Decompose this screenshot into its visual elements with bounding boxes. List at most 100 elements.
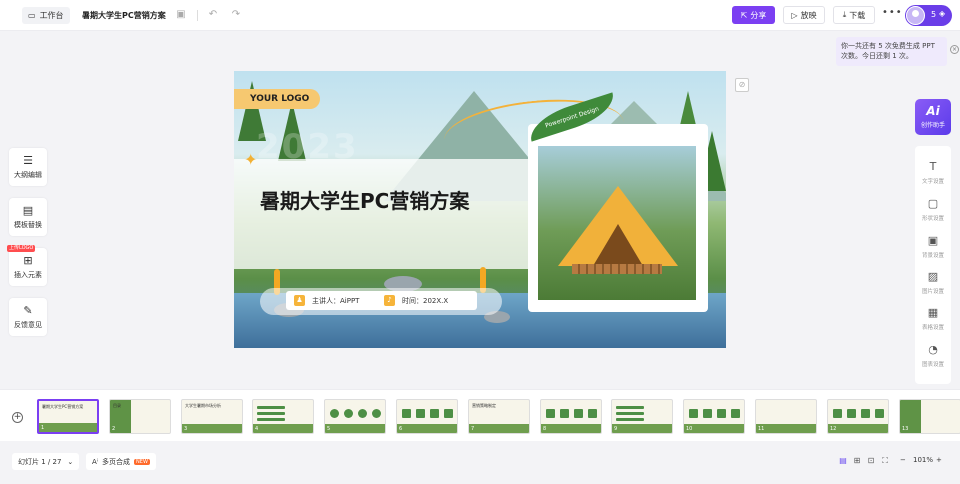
slide-thumbnail[interactable]: 6 bbox=[396, 399, 458, 434]
outline-edit-button[interactable]: ☰ 大纲编辑 bbox=[9, 148, 47, 186]
download-button[interactable]: ⤓ 下载 bbox=[833, 6, 875, 24]
slide-thumbnail[interactable]: 大学生暑期市场分析 3 bbox=[181, 399, 243, 434]
thumbnail-band bbox=[828, 424, 888, 433]
outline-edit-label: 大纲编辑 bbox=[14, 170, 42, 179]
multi-page-merge-button[interactable]: Aⁱ 多页合成 NEW bbox=[86, 453, 156, 470]
redo-icon[interactable]: ↷ bbox=[230, 9, 242, 21]
feedback-icon: ✎ bbox=[23, 303, 33, 317]
new-badge: NEW bbox=[134, 458, 150, 465]
chart-settings-button[interactable]: ◔ 图表设置 bbox=[915, 343, 951, 368]
slide-thumbnail[interactable]: 10 bbox=[683, 399, 745, 434]
image-settings-button[interactable]: ▨ 图片设置 bbox=[915, 270, 951, 295]
workbench-button[interactable]: ▭ 工作台 bbox=[22, 7, 70, 24]
thumbnail-block bbox=[344, 409, 353, 418]
thumbnail-block bbox=[444, 409, 453, 418]
tent-photo[interactable] bbox=[538, 146, 696, 300]
user-icon: ♟ bbox=[294, 295, 305, 306]
thumbnail-number: 5 bbox=[327, 426, 331, 432]
ai-assistant-label: 创作助手 bbox=[920, 122, 945, 129]
thumbnail-block bbox=[731, 409, 740, 418]
undo-icon[interactable]: ↶ bbox=[207, 9, 219, 21]
thumbnail-title: 目录 bbox=[113, 403, 121, 408]
slide-title[interactable]: 暑期大学生PC营销方案 bbox=[260, 187, 510, 215]
text-settings-button[interactable]: T 文字设置 bbox=[915, 160, 951, 185]
image-icon: ▨ bbox=[927, 270, 939, 283]
close-icon[interactable]: × bbox=[950, 45, 959, 54]
slide-thumbnail[interactable]: 11 bbox=[755, 399, 817, 434]
shape-icon: ▢ bbox=[927, 197, 939, 210]
template-replace-button[interactable]: ▤ 模板替换 bbox=[9, 198, 47, 236]
thumbnail-block bbox=[372, 409, 381, 418]
thumbnail-number: 12 bbox=[830, 426, 837, 432]
save-icon[interactable]: ▣ bbox=[175, 9, 187, 21]
fullscreen-icon[interactable]: ⛶ bbox=[880, 456, 890, 466]
ai-assistant-button[interactable]: Ai 创作助手 bbox=[915, 99, 951, 135]
play-button[interactable]: ▷ 放映 bbox=[783, 6, 825, 24]
outline-icon: ☰ bbox=[23, 153, 33, 167]
thumbnail-block bbox=[717, 409, 726, 418]
page-indicator-text: 幻灯片 1 / 27 bbox=[18, 457, 62, 466]
background-settings-button[interactable]: ▣ 背景设置 bbox=[915, 234, 951, 259]
share-button[interactable]: ⇱ 分享 bbox=[732, 6, 775, 24]
slide-thumbnail[interactable]: 暑期大学生PC营销方案 1 bbox=[37, 399, 99, 434]
thumbnail-number: 13 bbox=[902, 426, 909, 432]
shape-settings-button[interactable]: ▢ 形状设置 bbox=[915, 197, 951, 222]
presenter-text[interactable]: 主讲人：AiPPT bbox=[312, 296, 359, 306]
thumbnail-block bbox=[847, 409, 856, 418]
fit-view-icon[interactable]: ⊡ bbox=[866, 456, 876, 466]
normal-view-icon[interactable]: ▤ bbox=[838, 456, 848, 466]
insert-element-label: 插入元素 bbox=[14, 270, 42, 279]
zoom-in-button[interactable]: + bbox=[936, 456, 942, 464]
toolbar-divider bbox=[197, 10, 198, 21]
insert-element-button[interactable]: 上传LOGO ⊞ 插入元素 bbox=[7, 245, 47, 286]
background-icon: ▣ bbox=[927, 234, 939, 247]
quota-tip: 你一共还有 5 次免费生成 PPT 次数。今日还剩 1 次。 bbox=[836, 37, 947, 66]
slide-thumbnail[interactable]: 9 bbox=[611, 399, 673, 434]
zoom-out-button[interactable]: − bbox=[900, 456, 906, 464]
thumbnail-number: 1 bbox=[41, 425, 45, 431]
diamond-icon: ◈ bbox=[939, 9, 946, 18]
logo-placeholder[interactable]: YOUR LOGO bbox=[234, 89, 320, 109]
thumbnail-number: 11 bbox=[758, 426, 765, 432]
thumbnail-band bbox=[756, 424, 816, 433]
feedback-label: 反馈意见 bbox=[14, 320, 42, 329]
feedback-button[interactable]: ✎ 反馈意见 bbox=[9, 298, 47, 336]
play-icon: ▷ bbox=[791, 10, 798, 20]
slide-thumbnail[interactable]: 目录 2 bbox=[109, 399, 171, 434]
thumbnail-title: 营销策略制定 bbox=[472, 403, 496, 408]
monitor-icon: ▭ bbox=[28, 11, 36, 20]
table-settings-button[interactable]: ▦ 表格设置 bbox=[915, 306, 951, 331]
slide-thumbnail[interactable]: 12 bbox=[827, 399, 889, 434]
thumbnail-number: 7 bbox=[471, 426, 475, 432]
thumbnail-block bbox=[402, 409, 411, 418]
slide-thumbnail[interactable]: 4 bbox=[252, 399, 314, 434]
thumbnail-block bbox=[616, 412, 644, 415]
grid-view-icon[interactable]: ⊞ bbox=[852, 456, 862, 466]
user-account[interactable]: 5 ◈ bbox=[905, 5, 952, 26]
slide-thumbnail[interactable]: 8 bbox=[540, 399, 602, 434]
thumbnail-number: 9 bbox=[614, 426, 618, 432]
page-indicator[interactable]: 幻灯片 1 / 27 ⌄ bbox=[12, 453, 80, 470]
document-title[interactable]: 暑期大学生PC营销方案 bbox=[82, 10, 166, 21]
ai-small-icon: Aⁱ bbox=[92, 457, 99, 466]
thumbnail-block bbox=[257, 412, 285, 415]
slide-lock-icon[interactable]: ⊘ bbox=[735, 78, 749, 92]
thumbnail-block bbox=[257, 406, 285, 409]
slide-thumbnail[interactable]: 13 bbox=[899, 399, 960, 434]
ai-icon: Ai bbox=[926, 104, 940, 118]
slide-thumbnail[interactable]: 营销策略制定 7 bbox=[468, 399, 530, 434]
slide-thumbnail[interactable]: 5 bbox=[324, 399, 386, 434]
play-label: 放映 bbox=[800, 10, 817, 20]
thumbnail-block bbox=[875, 409, 884, 418]
thumbnail-title: 暑期大学生PC营销方案 bbox=[42, 404, 84, 409]
time-text[interactable]: 时间：202X.X bbox=[402, 296, 448, 306]
thumbnail-band bbox=[469, 424, 529, 433]
add-slide-icon[interactable]: + bbox=[12, 412, 23, 423]
share-label: 分享 bbox=[750, 10, 767, 20]
text-icon: T bbox=[929, 160, 937, 173]
thumbnail-band bbox=[684, 424, 744, 433]
top-bar: ▭ 工作台 暑期大学生PC营销方案 ▣ ↶ ↷ ⇱ 分享 ▷ 放映 ⤓ 下载 •… bbox=[0, 0, 960, 31]
sparkle-icon: ✦ bbox=[244, 150, 258, 169]
slide-canvas[interactable]: 2023 YOUR LOGO ✦ 暑期大学生PC营销方案 Powerpoint … bbox=[234, 71, 726, 348]
more-button[interactable]: ••• bbox=[882, 7, 903, 18]
